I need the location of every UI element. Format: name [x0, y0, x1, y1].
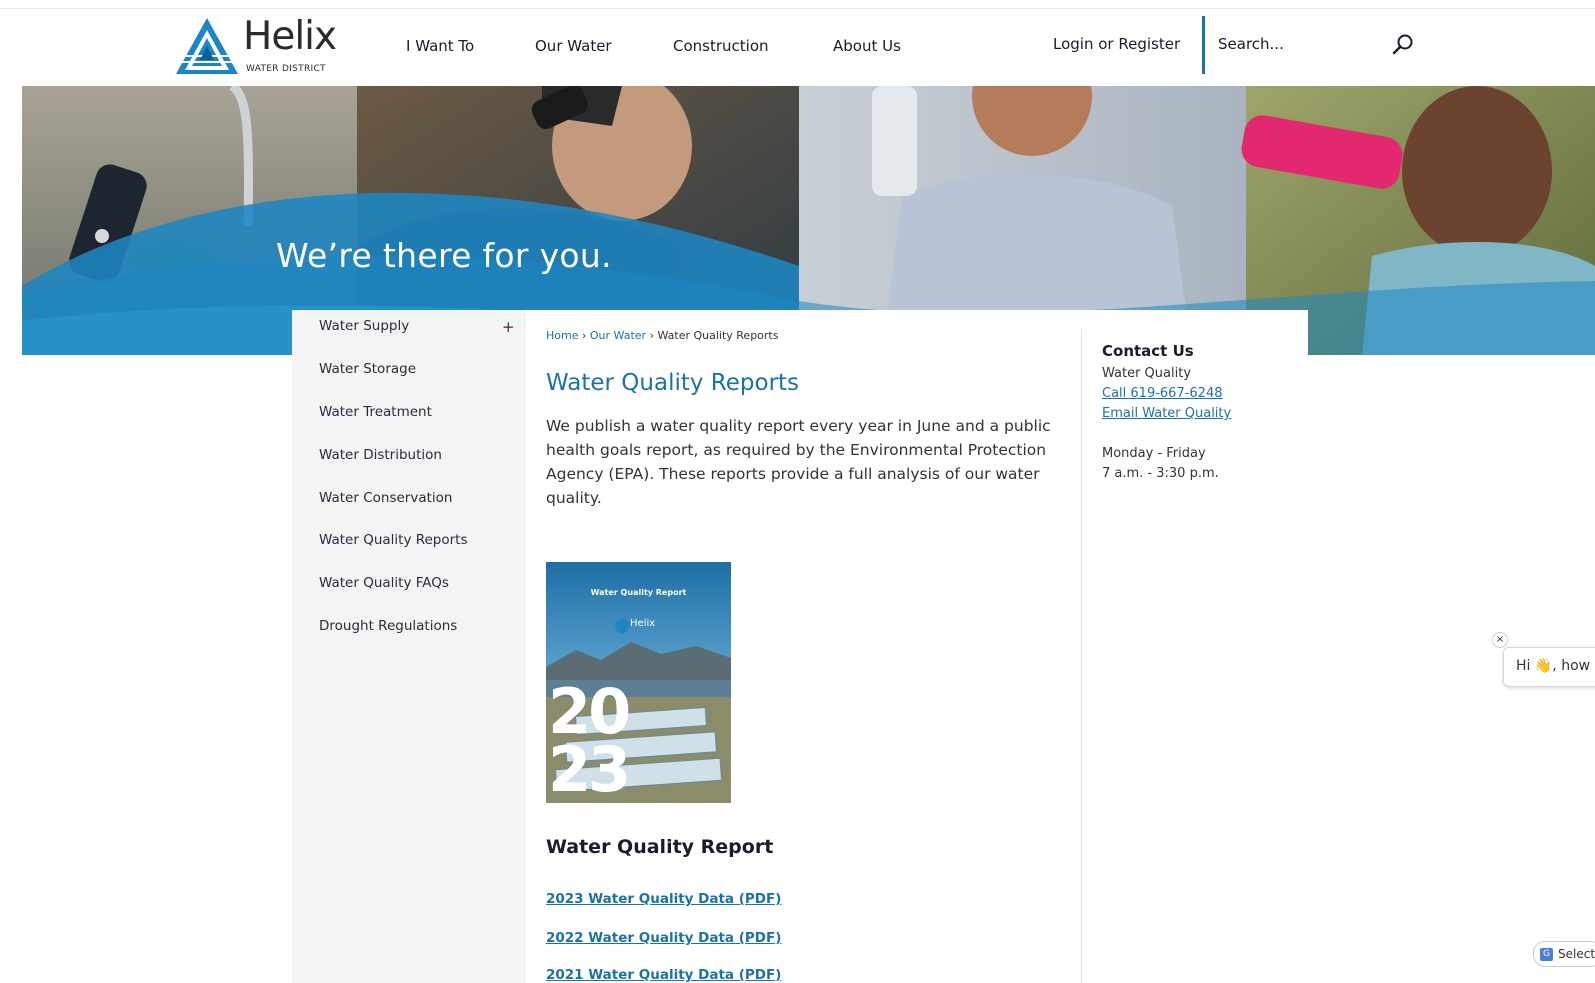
- breadcrumb-separator: ›: [578, 329, 590, 342]
- sidebar-item-water-quality-faqs[interactable]: Water Quality FAQs: [319, 575, 449, 591]
- chat-greeting-bubble[interactable]: Hi 👋, how can I help?: [1503, 647, 1595, 687]
- search-input[interactable]: [1218, 30, 1378, 58]
- login-register-link[interactable]: Login or Register: [1053, 35, 1180, 53]
- sidebar-item-water-quality-reports[interactable]: Water Quality Reports: [319, 532, 468, 548]
- contact-email-link[interactable]: Email Water Quality: [1102, 406, 1231, 421]
- pdf-link-2021[interactable]: 2021 Water Quality Data (PDF): [546, 967, 781, 983]
- breadcrumb-our-water[interactable]: Our Water: [590, 329, 646, 342]
- logo-wordmark: Helix: [243, 14, 337, 59]
- contact-department: Water Quality: [1102, 366, 1192, 381]
- sidebar-item-water-supply[interactable]: Water Supply: [319, 318, 409, 334]
- cover-year: 20 23: [548, 681, 631, 803]
- search-icon: [1392, 34, 1413, 55]
- sidebar-item-water-storage[interactable]: Water Storage: [319, 361, 416, 377]
- cover-year-bottom: 23: [548, 733, 631, 803]
- breadcrumb-home[interactable]: Home: [546, 329, 578, 342]
- breadcrumb-current: Water Quality Reports: [657, 329, 779, 342]
- helix-triangle-icon: [176, 18, 238, 74]
- sidebar-item-drought-regulations[interactable]: Drought Regulations: [319, 618, 457, 634]
- search-button[interactable]: [1390, 32, 1416, 58]
- contact-hours: 7 a.m. - 3:30 p.m.: [1102, 466, 1219, 481]
- helix-logo[interactable]: Helix WATER DISTRICT: [174, 14, 339, 78]
- section-sidebar: Water Supply + Water Storage Water Treat…: [292, 310, 526, 983]
- logo-subtitle: WATER DISTRICT: [246, 64, 326, 74]
- page-title: Water Quality Reports: [546, 370, 800, 396]
- nav-i-want-to[interactable]: I Want To: [406, 37, 474, 55]
- contact-days: Monday - Friday: [1102, 446, 1206, 461]
- hero-tagline: We’re there for you.: [276, 236, 612, 275]
- nav-construction[interactable]: Construction: [673, 37, 769, 55]
- nav-about-us[interactable]: About Us: [833, 37, 901, 55]
- report-cover-image[interactable]: Water Quality Report Helix 20 23: [546, 562, 731, 803]
- contact-title: Contact Us: [1102, 342, 1194, 360]
- pdf-link-2022[interactable]: 2022 Water Quality Data (PDF): [546, 930, 781, 946]
- translate-icon: G: [1540, 948, 1553, 961]
- sidebar-item-water-distribution[interactable]: Water Distribution: [319, 447, 442, 463]
- header-top-rule: [0, 8, 1595, 9]
- translate-label: Select Language: [1558, 947, 1595, 961]
- intro-paragraph: We publish a water quality report every …: [546, 417, 1051, 507]
- column-divider: [1081, 330, 1082, 983]
- header-divider: [1202, 16, 1205, 74]
- pdf-link-2023[interactable]: 2023 Water Quality Data (PDF): [546, 891, 781, 907]
- cover-title: Water Quality Report: [590, 588, 687, 597]
- translate-widget[interactable]: G Select Language: [1533, 941, 1595, 967]
- breadcrumb: Home › Our Water › Water Quality Reports: [546, 329, 778, 342]
- chat-close-button[interactable]: ×: [1492, 632, 1508, 648]
- sidebar-item-water-conservation[interactable]: Water Conservation: [319, 490, 452, 506]
- contact-phone-link[interactable]: Call 619-667-6248: [1102, 386, 1223, 401]
- breadcrumb-separator: ›: [646, 329, 658, 342]
- sidebar-item-water-treatment[interactable]: Water Treatment: [319, 404, 432, 420]
- nav-our-water[interactable]: Our Water: [535, 37, 612, 55]
- site-header: Helix WATER DISTRICT I Want To Our Water…: [0, 10, 1595, 86]
- section-heading: Water Quality Report: [546, 836, 774, 858]
- expand-plus-icon[interactable]: +: [502, 318, 515, 336]
- cover-brand: Helix: [630, 618, 656, 629]
